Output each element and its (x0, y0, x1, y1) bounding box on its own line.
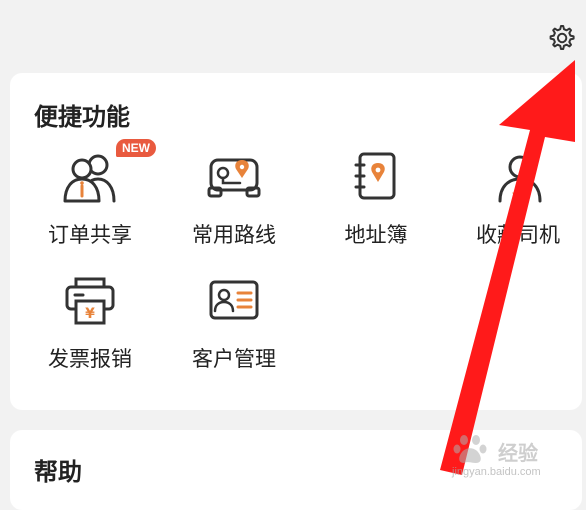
watermark-url: jingyan.baidu.com (452, 466, 541, 478)
new-badge: NEW (116, 139, 156, 157)
svg-text:¥: ¥ (85, 306, 95, 322)
address-book-icon (354, 152, 396, 200)
order-share-label: 订单共享 (48, 223, 132, 247)
address-book-item[interactable]: 地址簿 (306, 141, 446, 261)
order-share-icon (63, 154, 116, 203)
invoice-printer-icon: ¥ (65, 277, 115, 325)
order-share-item[interactable]: NEW 订单共享 (20, 139, 160, 261)
favorite-driver-label: 收藏司机 (476, 223, 560, 247)
customer-management-label: 客户管理 (192, 347, 276, 371)
settings-button[interactable] (543, 20, 579, 56)
quick-functions-card: 便捷功能 NEW 订单共享 常用路线 地址簿 收藏司机 ¥ 发票报销 客户管理 (10, 73, 582, 410)
route-icon (207, 158, 261, 198)
customer-management-item[interactable]: 客户管理 (164, 265, 304, 385)
favorite-driver-item[interactable]: 收藏司机 (448, 141, 586, 261)
help-title: 帮助 (34, 458, 82, 486)
quick-functions-title: 便捷功能 (34, 103, 130, 131)
route-label: 常用路线 (192, 223, 276, 247)
route-item[interactable]: 常用路线 (164, 141, 304, 261)
invoice-item[interactable]: ¥ 发票报销 (20, 265, 160, 385)
watermark-text: 经验 (498, 441, 538, 465)
gear-icon (549, 25, 575, 50)
favorite-driver-icon (498, 155, 542, 203)
customer-card-icon (209, 280, 259, 320)
invoice-label: 发票报销 (48, 347, 132, 371)
address-book-label: 地址簿 (344, 223, 408, 247)
